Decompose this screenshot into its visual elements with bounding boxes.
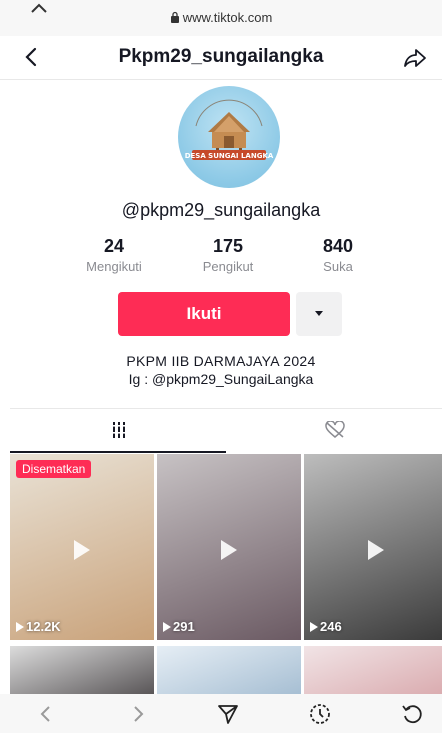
browser-back-icon[interactable] bbox=[34, 702, 58, 726]
stat-following-label: Mengikuti bbox=[86, 259, 142, 274]
profile-tabs bbox=[10, 408, 442, 453]
stat-likes-label: Suka bbox=[323, 259, 353, 274]
view-count: 291 bbox=[163, 619, 195, 634]
page-title: Pkpm29_sungailangka bbox=[118, 46, 324, 67]
view-count-value: 12.2K bbox=[26, 619, 61, 634]
avatar[interactable]: DESA SUNGAI LANGKA bbox=[178, 86, 280, 188]
profile-header: Pkpm29_sungailangka bbox=[0, 36, 442, 80]
stat-likes-value: 840 bbox=[322, 236, 354, 256]
suggested-accounts-button[interactable] bbox=[296, 292, 342, 336]
play-count-icon bbox=[163, 622, 171, 632]
avatar-logo-icon: DESA SUNGAI LANGKA bbox=[185, 99, 274, 160]
video-tile[interactable] bbox=[157, 646, 301, 694]
browser-forward-icon[interactable] bbox=[126, 702, 150, 726]
stat-followers-value: 175 bbox=[212, 236, 244, 256]
stat-following-value: 24 bbox=[103, 236, 125, 256]
view-count: 12.2K bbox=[16, 619, 61, 634]
profile-handle: @pkpm29_sungailangka bbox=[121, 200, 321, 220]
stat-followers-label: Pengikut bbox=[202, 259, 254, 274]
pinned-badge: Disematkan bbox=[16, 460, 92, 478]
bio-line-1: PKPM IIB DARMAJAYA 2024 bbox=[126, 353, 316, 369]
video-tile[interactable] bbox=[304, 646, 442, 694]
video-tile[interactable] bbox=[10, 646, 154, 694]
avatar-text: DESA SUNGAI LANGKA bbox=[185, 152, 274, 160]
play-count-icon bbox=[310, 622, 318, 632]
stat-followers[interactable]: 175 Pengikut bbox=[178, 236, 278, 274]
history-icon[interactable] bbox=[308, 702, 332, 726]
play-count-icon bbox=[16, 622, 24, 632]
view-count: 246 bbox=[310, 619, 342, 634]
back-arrow-icon[interactable] bbox=[20, 45, 44, 69]
play-icon bbox=[74, 540, 90, 560]
reload-icon[interactable] bbox=[400, 702, 424, 726]
grid-icon bbox=[111, 422, 127, 438]
caret-down-icon bbox=[315, 311, 323, 316]
send-icon[interactable] bbox=[216, 702, 240, 726]
video-tile[interactable]: 246 bbox=[304, 454, 442, 640]
browser-url-bar[interactable]: www.tiktok.com bbox=[0, 0, 442, 36]
liked-hidden-icon bbox=[325, 421, 345, 438]
video-grid: Disematkan 12.2K 291 246 bbox=[10, 454, 442, 694]
share-icon[interactable] bbox=[402, 45, 428, 71]
stat-following[interactable]: 24 Mengikuti bbox=[64, 236, 164, 274]
profile-stats: 24 Mengikuti 175 Pengikut 840 Suka bbox=[0, 236, 442, 280]
video-tile[interactable]: Disematkan 12.2K bbox=[10, 454, 154, 640]
url-label: www.tiktok.com bbox=[182, 10, 273, 25]
video-tile[interactable]: 291 bbox=[157, 454, 301, 640]
stat-likes: 840 Suka bbox=[288, 236, 388, 274]
view-count-value: 291 bbox=[173, 619, 195, 634]
play-icon bbox=[368, 540, 384, 560]
lock-icon bbox=[170, 11, 179, 23]
profile-bio: PKPM IIB DARMAJAYA 2024 Ig : @pkpm29_Sun… bbox=[0, 352, 442, 388]
tab-videos[interactable] bbox=[10, 409, 226, 453]
bio-line-2: Ig : @pkpm29_SungaiLangka bbox=[128, 371, 314, 387]
url-text[interactable]: www.tiktok.com bbox=[0, 10, 442, 25]
view-count-value: 246 bbox=[320, 619, 342, 634]
tab-liked[interactable] bbox=[226, 409, 442, 453]
follow-button[interactable]: Ikuti bbox=[118, 292, 290, 336]
video-thumbnail bbox=[304, 646, 442, 694]
browser-toolbar bbox=[0, 694, 442, 733]
play-icon bbox=[221, 540, 237, 560]
video-thumbnail bbox=[157, 646, 301, 694]
video-thumbnail bbox=[10, 646, 154, 694]
